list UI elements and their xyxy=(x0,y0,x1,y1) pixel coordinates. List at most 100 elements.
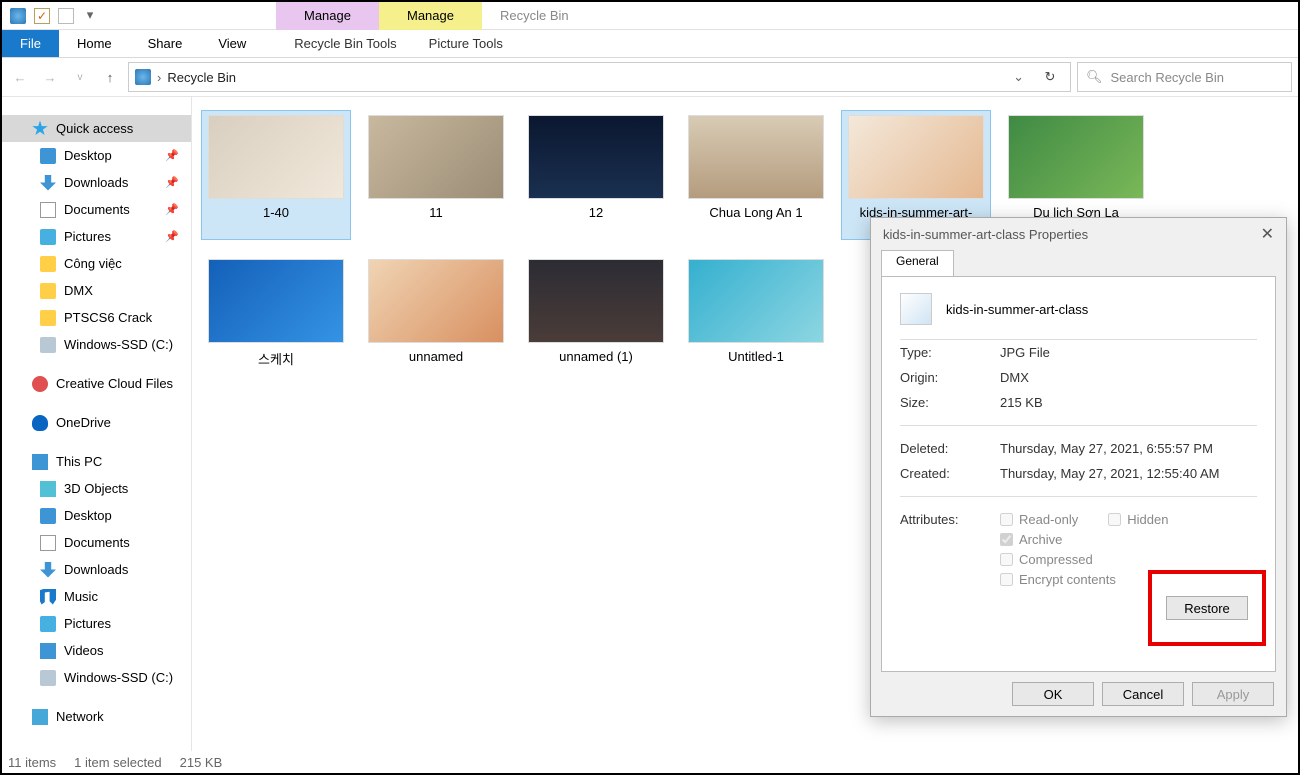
attr-archive: Archive xyxy=(1000,532,1257,547)
sidebar-network[interactable]: Network xyxy=(2,703,191,730)
sidebar-item-desktop[interactable]: Desktop xyxy=(2,502,191,529)
thumbnail-image xyxy=(528,259,664,343)
search-box[interactable]: 🔍︎ Search Recycle Bin xyxy=(1077,62,1292,92)
sidebar-item-dmx[interactable]: DMX xyxy=(2,277,191,304)
dialog-title-bar: kids-in-summer-art-class Properties ✕ xyxy=(871,218,1286,250)
sidebar-item-label: Documents xyxy=(64,202,130,217)
forward-button[interactable]: → xyxy=(38,65,62,89)
sidebar-item-windows-ssd-c-[interactable]: Windows-SSD (C:) xyxy=(2,664,191,691)
doc-icon xyxy=(40,202,56,218)
creative-cloud-icon xyxy=(32,376,48,392)
qat-dropdown-icon[interactable]: ▾ xyxy=(82,8,98,24)
video-icon xyxy=(40,643,56,659)
tab-home[interactable]: Home xyxy=(59,30,130,57)
sidebar-item-videos[interactable]: Videos xyxy=(2,637,191,664)
sidebar-item-windows-ssd-c-[interactable]: Windows-SSD (C:) xyxy=(2,331,191,358)
sidebar-item-c-ng-vi-c[interactable]: Công việc xyxy=(2,250,191,277)
desktop-icon xyxy=(40,148,56,164)
tab-general[interactable]: General xyxy=(881,250,954,276)
recent-dropdown[interactable]: v xyxy=(68,65,92,89)
sidebar-label: Creative Cloud Files xyxy=(56,376,173,391)
sidebar-item-desktop[interactable]: Desktop📌 xyxy=(2,142,191,169)
sidebar-item-downloads[interactable]: Downloads xyxy=(2,556,191,583)
status-size: 215 KB xyxy=(180,755,223,770)
restore-button[interactable]: Restore xyxy=(1166,596,1248,620)
sidebar-quick-access[interactable]: Quick access xyxy=(2,115,191,142)
sidebar-item-label: Pictures xyxy=(64,229,111,244)
sidebar-item-pictures[interactable]: Pictures xyxy=(2,610,191,637)
file-item[interactable]: unnamed (1) xyxy=(522,255,670,372)
recycle-bin-icon xyxy=(10,8,26,24)
sidebar-item-documents[interactable]: Documents 📌 xyxy=(2,196,191,223)
attr-hidden: Hidden xyxy=(1108,512,1168,527)
prop-origin-label: Origin: xyxy=(900,370,1000,385)
thumbnail-image xyxy=(528,115,664,199)
file-item[interactable]: 1-40 xyxy=(202,111,350,239)
refresh-button[interactable]: ↻ xyxy=(1036,69,1064,85)
sidebar-item-3d-objects[interactable]: 3D Objects xyxy=(2,475,191,502)
sidebar-this-pc[interactable]: This PC xyxy=(2,448,191,475)
doc-icon xyxy=(40,535,56,551)
thumbnail-image xyxy=(208,259,344,343)
up-button[interactable]: ↑ xyxy=(98,65,122,89)
file-item[interactable]: 11 xyxy=(362,111,510,239)
pin-icon: 📌 xyxy=(165,203,179,216)
attr-compressed: Compressed xyxy=(1000,552,1257,567)
file-item[interactable]: 스케치 xyxy=(202,255,350,372)
address-dropdown-icon[interactable]: ⌄ xyxy=(1007,69,1030,85)
ctx-tab-recycle-bin-tools[interactable]: Manage xyxy=(276,2,379,30)
file-item[interactable]: unnamed xyxy=(362,255,510,372)
prop-attributes-label: Attributes: xyxy=(900,512,1000,592)
pin-icon: 📌 xyxy=(165,230,179,243)
sidebar-item-label: PTSCS6 Crack xyxy=(64,310,152,325)
tab-file[interactable]: File xyxy=(2,30,59,57)
folder-icon xyxy=(40,310,56,326)
filename-field[interactable]: kids-in-summer-art-class xyxy=(946,302,1088,317)
sidebar-item-documents[interactable]: Documents xyxy=(2,529,191,556)
properties-check-icon[interactable]: ✓ xyxy=(34,8,50,24)
breadcrumb-chevron[interactable]: › xyxy=(157,70,161,85)
sidebar-item-music[interactable]: Music xyxy=(2,583,191,610)
back-button[interactable]: ← xyxy=(8,65,32,89)
sidebar-creative-cloud[interactable]: Creative Cloud Files xyxy=(2,370,191,397)
sidebar-item-downloads[interactable]: Downloads📌 xyxy=(2,169,191,196)
sidebar-label: This PC xyxy=(56,454,102,469)
address-bar[interactable]: › Recycle Bin ⌄ ↻ xyxy=(128,62,1071,92)
sidebar-item-pictures[interactable]: Pictures 📌 xyxy=(2,223,191,250)
ok-button[interactable]: OK xyxy=(1012,682,1094,706)
apply-button[interactable]: Apply xyxy=(1192,682,1274,706)
status-item-count: 11 items xyxy=(8,755,56,770)
onedrive-icon xyxy=(32,415,48,431)
sidebar-item-label: Pictures xyxy=(64,616,111,631)
file-item[interactable]: 12 xyxy=(522,111,670,239)
tab-share[interactable]: Share xyxy=(130,30,201,57)
ctx-tab-label: Manage xyxy=(304,8,351,24)
close-icon[interactable]: ✕ xyxy=(1261,224,1274,244)
music-icon xyxy=(40,589,56,605)
readonly-checkbox xyxy=(1000,513,1013,526)
sidebar-item-label: DMX xyxy=(64,283,93,298)
sidebar-onedrive[interactable]: OneDrive xyxy=(2,409,191,436)
thumbnail-image xyxy=(208,115,344,199)
tab-picture-tools[interactable]: Picture Tools xyxy=(407,30,525,57)
dialog-footer: OK Cancel Apply xyxy=(871,672,1286,716)
cancel-button[interactable]: Cancel xyxy=(1102,682,1184,706)
file-label: unnamed xyxy=(409,349,463,364)
file-item[interactable]: Chua Long An 1 xyxy=(682,111,830,239)
sidebar-item-ptscs6-crack[interactable]: PTSCS6 Crack xyxy=(2,304,191,331)
title-bar: ✓ ▾ Manage Manage Recycle Bin xyxy=(2,2,1298,30)
ctx-tab-picture-tools[interactable]: Manage xyxy=(379,2,482,30)
new-document-icon[interactable] xyxy=(58,8,74,24)
prop-origin-value: DMX xyxy=(1000,370,1029,385)
breadcrumb[interactable]: Recycle Bin xyxy=(167,70,1001,85)
archive-checkbox xyxy=(1000,533,1013,546)
file-label: 스케치 xyxy=(258,349,294,368)
tab-view[interactable]: View xyxy=(200,30,264,57)
file-item[interactable]: Untitled-1 xyxy=(682,255,830,372)
tab-recycle-bin-tools[interactable]: Recycle Bin Tools xyxy=(284,30,406,57)
window-title: Recycle Bin xyxy=(482,8,569,23)
prop-deleted-label: Deleted: xyxy=(900,441,1000,456)
file-label: 12 xyxy=(589,205,603,220)
restore-highlight: Restore xyxy=(1148,570,1266,646)
sidebar-label: Network xyxy=(56,709,104,724)
